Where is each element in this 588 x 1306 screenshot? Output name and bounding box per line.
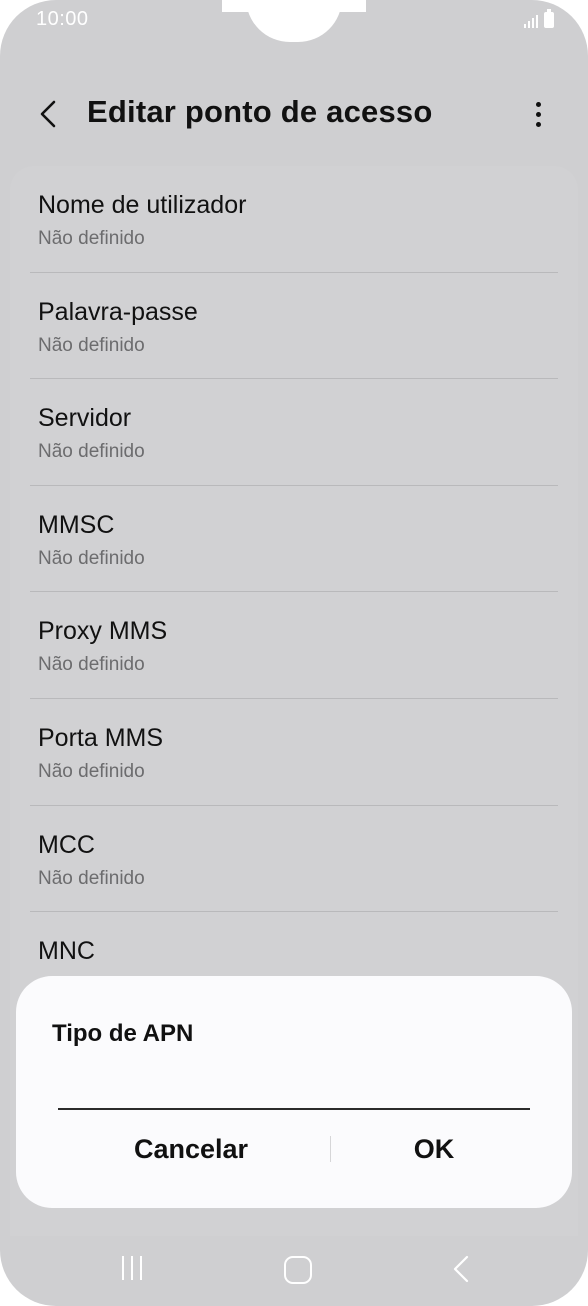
setting-mms-proxy[interactable]: Proxy MMS Não definido [10,592,578,699]
back-button[interactable] [28,92,72,136]
status-icons [524,9,554,28]
dialog-title: Tipo de APN [52,1020,194,1047]
setting-username[interactable]: Nome de utilizador Não definido [10,166,578,273]
recents-icon-bar [140,1256,142,1280]
setting-title: Proxy MMS [38,617,168,646]
navigation-bar [0,1236,588,1306]
chevron-left-icon [40,100,56,128]
setting-value: Não definido [38,654,145,676]
more-vertical-icon [535,101,541,107]
home-button[interactable] [284,1256,312,1284]
setting-title: Porta MMS [38,723,164,752]
ok-button[interactable]: OK [346,1124,522,1174]
status-time: 10:00 [36,8,89,30]
setting-value: Não definido [38,228,145,249]
setting-mms-port[interactable]: Porta MMS Não definido [10,699,578,806]
app-header: Editar ponto de acesso [0,80,588,150]
setting-title: Servidor [38,404,132,433]
setting-value: Não definido [38,760,145,782]
button-separator [330,1136,331,1162]
nav-back-button[interactable] [450,1254,474,1284]
setting-mmsc[interactable]: MMSC Não definido [10,486,578,593]
setting-title: MNC [38,937,95,966]
setting-password[interactable]: Palavra-passe Não definido [10,273,578,380]
phone-screen: 10:00 Editar ponto de acesso Nome de uti… [0,0,588,1306]
setting-value: Não definido [38,334,145,356]
setting-title: MMSC [38,510,115,539]
apn-type-input[interactable] [58,1068,530,1110]
signal-icon [524,14,538,28]
setting-server[interactable]: Servidor Não definido [10,379,578,486]
recents-button[interactable] [112,1256,152,1288]
settings-list: Nome de utilizador Não definido Palavra-… [10,166,578,1019]
setting-title: MCC [38,830,95,859]
recents-icon [122,1256,124,1280]
setting-value: Não definido [38,867,145,889]
more-options-button[interactable] [522,92,554,136]
page-title: Editar ponto de acesso [87,94,433,129]
recents-icon-bar [131,1256,133,1280]
back-icon [453,1255,469,1283]
setting-mcc[interactable]: MCC Não definido [10,806,578,913]
cancel-button[interactable]: Cancelar [40,1124,342,1174]
more-vertical-icon-dot [535,121,541,127]
battery-icon [544,9,554,28]
setting-value: Não definido [38,547,145,569]
setting-value: Não definido [38,441,145,463]
setting-title: Palavra-passe [38,297,198,326]
apn-type-dialog: Tipo de APN Cancelar OK [16,976,572,1208]
more-vertical-icon-dot [535,111,541,117]
setting-title: Nome de utilizador [38,191,247,219]
camera-notch [246,0,342,42]
